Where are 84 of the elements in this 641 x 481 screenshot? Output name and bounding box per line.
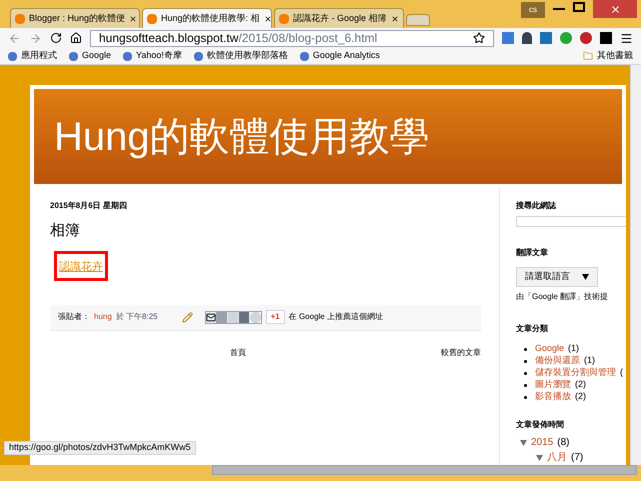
star-icon[interactable]: [473, 32, 485, 44]
bookmark-icon: [300, 52, 309, 60]
archive-link[interactable]: 八月: [547, 450, 567, 465]
close-button[interactable]: [593, 0, 637, 18]
bookmark[interactable]: 軟體使用教學部落格: [194, 49, 288, 63]
category-link[interactable]: 儲存裝置分割與管理: [535, 366, 616, 380]
triangle-icon[interactable]: [520, 440, 527, 446]
menu-icon[interactable]: [620, 32, 633, 44]
archive-count: (8): [557, 436, 570, 450]
vertical-scrollbar[interactable]: [630, 65, 641, 465]
bookmark-icon: [194, 52, 203, 60]
archive-link[interactable]: 2015: [531, 435, 554, 450]
extension-icon[interactable]: [560, 32, 572, 44]
category-link[interactable]: 備份與還原: [535, 354, 580, 368]
other-bookmarks[interactable]: 其他書籤: [583, 49, 633, 63]
dropdown-icon: [582, 274, 589, 280]
new-tab-button[interactable]: [406, 14, 430, 26]
category-count: (1): [568, 342, 580, 356]
close-icon[interactable]: [264, 14, 272, 22]
maximize-icon[interactable]: [573, 2, 585, 12]
browser-tab[interactable]: 認識花卉 - Google 相簿: [274, 8, 404, 28]
extension-icon[interactable]: [580, 32, 592, 44]
bookmark[interactable]: Google Analytics: [300, 49, 380, 63]
widget-title: 文章分類: [516, 323, 549, 335]
author-label: 張貼者：: [58, 311, 90, 323]
tab-title: 認識花卉 - Google 相簿: [293, 12, 387, 25]
triangle-icon[interactable]: [536, 454, 543, 460]
bullet-icon: [524, 396, 527, 398]
search-field[interactable]: [516, 216, 626, 227]
url-host: hungsoftteach.blogspot.tw: [99, 30, 238, 47]
horizontal-scrollbar[interactable]: [212, 465, 637, 475]
bookmark[interactable]: Google: [69, 49, 112, 63]
edit-icon[interactable]: [182, 312, 193, 322]
url-path: /2015/08/blog-post_6.html: [238, 30, 378, 47]
bullet-icon: [524, 360, 527, 362]
bullet-icon: [524, 372, 527, 374]
category-count: (1): [584, 354, 595, 368]
status-bubble: https://goo.gl/photos/zdvH3TwMpkcAmKWw5: [4, 441, 196, 455]
forward-icon[interactable]: [29, 32, 42, 44]
user-badge[interactable]: cs: [521, 2, 545, 18]
tab-favicon-icon: [279, 14, 289, 24]
home-icon[interactable]: [70, 32, 82, 44]
bookmark[interactable]: 應用程式: [8, 49, 57, 63]
bookmark-icon: [69, 52, 78, 60]
tab-title: Blogger : Hung的軟體便: [29, 12, 126, 25]
close-icon[interactable]: [129, 14, 138, 22]
browser-tab[interactable]: Blogger : Hung的軟體便: [10, 8, 140, 28]
home-link[interactable]: 首頁: [230, 346, 246, 358]
archive-count: (7): [571, 451, 584, 465]
browser-tab[interactable]: Hung的軟體使用教學: 相: [142, 8, 272, 28]
older-posts-link[interactable]: 較舊的文章: [441, 346, 481, 358]
reload-icon[interactable]: [50, 32, 62, 44]
back-icon[interactable]: [8, 32, 21, 44]
close-icon: [610, 4, 620, 14]
widget-title: 搜尋此網誌: [516, 200, 558, 212]
post-date: 2015年8月6日 星期四: [50, 200, 128, 212]
bookmark-icon: [8, 52, 17, 60]
language-select[interactable]: 請選取語言: [516, 267, 598, 287]
plus-one-button[interactable]: +1: [266, 310, 285, 324]
blog-title[interactable]: Hung的軟體使用教學: [54, 106, 430, 166]
folder-icon: [583, 51, 593, 61]
bullet-icon: [524, 348, 527, 350]
email-icon[interactable]: [206, 312, 217, 322]
category-link[interactable]: 圖片瀏覽: [535, 378, 571, 392]
tab-favicon-icon: [147, 14, 157, 24]
address-bar[interactable]: hungsoftteach.blogspot.tw/2015/08/blog-post_6.html: [90, 30, 494, 46]
category-link[interactable]: 影音播放: [535, 390, 571, 404]
post-time: 於 下午8:25: [116, 311, 158, 323]
post-title: 相簿: [50, 221, 81, 241]
bullet-icon: [524, 384, 527, 386]
tab-favicon-icon: [15, 14, 25, 24]
category-count: (: [620, 366, 623, 380]
category-count: (2): [575, 390, 586, 404]
widget-title: 翻譯文章: [516, 247, 549, 259]
recommend-text: 在 Google 上推薦這個網址: [288, 311, 383, 323]
powered-by-text: 由「Google 翻譯」技術提: [516, 291, 610, 303]
widget-title: 文章發佈時間: [516, 419, 565, 431]
close-icon[interactable]: [391, 14, 399, 22]
tab-title: Hung的軟體使用教學: 相: [161, 12, 260, 25]
bookmark[interactable]: Yahoo!奇摩: [123, 49, 182, 63]
category-link[interactable]: Google: [535, 342, 564, 356]
bookmark-icon: [123, 52, 132, 60]
category-count: (2): [575, 378, 586, 392]
author-link[interactable]: hung: [94, 311, 112, 323]
